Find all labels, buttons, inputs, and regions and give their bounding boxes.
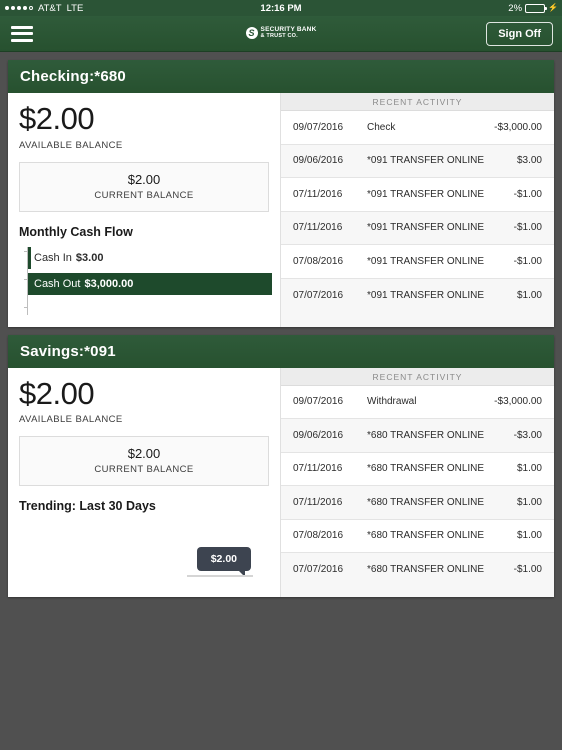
transaction-amount: $1.00 (516, 463, 542, 475)
cash-in-value: $3.00 (75, 251, 104, 264)
table-row[interactable]: 07/11/2016 *091 TRANSFER ONLINE -$1.00 (281, 211, 554, 245)
battery-icon (525, 3, 548, 13)
cash-out-label: Cash Out (34, 277, 81, 290)
account-card-checking[interactable]: Checking:*680 $2.00 AVAILABLE BALANCE $2… (8, 60, 554, 327)
transaction-date: 07/07/2016 (293, 564, 344, 576)
transaction-amount: -$3,000.00 (494, 396, 542, 408)
transaction-date: 09/07/2016 (293, 396, 344, 408)
transaction-amount: -$1.00 (513, 222, 542, 234)
transaction-description: *091 TRANSFER ONLINE (367, 289, 485, 301)
transaction-description: *680 TRANSFER ONLINE (367, 530, 485, 542)
logo-text: SECURITY BANK & TRUST CO. (260, 26, 317, 40)
cash-flow-bar-cash-out: Cash Out $3,000.00 (28, 272, 272, 295)
clock-label: 12:16 PM (260, 2, 302, 14)
transaction-description: *091 TRANSFER ONLINE (367, 155, 485, 167)
transaction-amount: $1.00 (516, 496, 542, 508)
monthly-cash-flow-chart: Cash In $3.00 Cash Out $3,000.00 (19, 246, 272, 315)
transaction-amount: -$1.00 (513, 564, 542, 576)
status-bar: AT&T LTE 12:16 PM 2% ⚡ (0, 0, 562, 16)
recent-activity-savings: RECENT ACTIVITY 09/07/2016 Withdrawal -$… (280, 367, 554, 598)
recent-activity-header: RECENT ACTIVITY (281, 367, 554, 386)
transaction-date: 09/07/2016 (293, 121, 344, 133)
available-balance-label: AVAILABLE BALANCE (19, 139, 123, 151)
current-balance-label: CURRENT BALANCE (94, 189, 194, 201)
transaction-amount: $1.00 (516, 289, 542, 301)
transaction-date: 07/11/2016 (293, 463, 343, 475)
transaction-amount: -$3,000.00 (494, 121, 542, 133)
transaction-amount: $3.00 (516, 155, 542, 167)
current-balance-amount: $2.00 (127, 446, 161, 462)
transaction-amount: $1.00 (516, 530, 542, 542)
account-card-savings[interactable]: Savings:*091 $2.00 AVAILABLE BALANCE $2.… (8, 334, 554, 598)
transaction-description: *091 TRANSFER ONLINE (367, 222, 485, 234)
account-summary-savings: $2.00 AVAILABLE BALANCE $2.00 CURRENT BA… (8, 367, 280, 598)
transaction-date: 07/11/2016 (293, 496, 343, 508)
trending-chart: $2.00 (19, 519, 269, 585)
account-title-savings: Savings:*091 (8, 334, 554, 368)
table-row[interactable]: 07/07/2016 *091 TRANSFER ONLINE $1.00 (281, 278, 554, 312)
current-balance-box: $2.00 CURRENT BALANCE (19, 436, 269, 487)
transaction-description: *680 TRANSFER ONLINE (367, 564, 485, 576)
transaction-description: *680 TRANSFER ONLINE (367, 463, 485, 475)
account-cards-container: Checking:*680 $2.00 AVAILABLE BALANCE $2… (0, 52, 562, 613)
cash-in-label: Cash In (34, 251, 72, 264)
available-balance-amount: $2.00 (19, 375, 95, 411)
trending-section-title: Trending: Last 30 Days (19, 499, 156, 514)
current-balance-label: CURRENT BALANCE (94, 464, 194, 476)
table-row[interactable]: 07/08/2016 *680 TRANSFER ONLINE $1.00 (281, 519, 554, 554)
cash-in-label-group: Cash In $3.00 (34, 247, 103, 269)
transaction-date: 07/11/2016 (293, 188, 343, 200)
transaction-date: 07/08/2016 (293, 530, 344, 542)
transaction-description: *091 TRANSFER ONLINE (367, 255, 485, 267)
cash-flow-axis-tick (24, 306, 28, 308)
trending-value-tooltip: $2.00 (196, 547, 251, 578)
table-row[interactable]: 07/11/2016 *680 TRANSFER ONLINE $1.00 (281, 486, 554, 520)
recent-activity-checking: RECENT ACTIVITY 09/07/2016 Check -$3,000… (280, 93, 554, 327)
transaction-date: 09/06/2016 (293, 155, 344, 167)
transaction-date: 07/11/2016 (293, 222, 343, 234)
available-balance-label: AVAILABLE BALANCE (19, 414, 123, 426)
account-body-savings: $2.00 AVAILABLE BALANCE $2.00 CURRENT BA… (8, 367, 554, 598)
sign-off-button[interactable]: Sign Off (486, 21, 553, 46)
transaction-description: *091 TRANSFER ONLINE (367, 188, 485, 200)
bank-logo: S SECURITY BANK & TRUST CO. (221, 26, 341, 40)
account-body-checking: $2.00 AVAILABLE BALANCE $2.00 CURRENT BA… (8, 93, 554, 327)
current-balance-amount: $2.00 (127, 171, 161, 187)
table-row[interactable]: 07/11/2016 *680 TRANSFER ONLINE $1.00 (281, 452, 554, 487)
transaction-amount: -$1.00 (513, 188, 542, 200)
transaction-description: Check (367, 121, 396, 133)
table-row[interactable]: 07/11/2016 *091 TRANSFER ONLINE -$1.00 (281, 178, 554, 212)
cash-out-label-group: Cash Out $3,000.00 (34, 273, 133, 295)
transaction-amount: -$1.00 (513, 255, 542, 267)
logo-line-2: & TRUST CO. (260, 33, 298, 40)
cash-in-bar (28, 246, 31, 269)
transaction-amount: -$3.00 (513, 429, 542, 441)
transaction-date: 09/06/2016 (293, 429, 344, 441)
available-balance-amount: $2.00 (19, 101, 95, 136)
account-title-checking: Checking:*680 (8, 60, 554, 93)
table-row[interactable]: 09/06/2016 *091 TRANSFER ONLINE $3.00 (281, 144, 554, 178)
hamburger-menu-icon[interactable] (11, 25, 33, 42)
table-row[interactable]: 07/07/2016 *680 TRANSFER ONLINE -$1.00 (281, 553, 554, 587)
current-balance-box: $2.00 CURRENT BALANCE (19, 161, 269, 212)
table-row[interactable]: 09/07/2016 Withdrawal -$3,000.00 (281, 385, 554, 420)
transaction-description: *680 TRANSFER ONLINE (367, 496, 485, 508)
cash-out-value: $3,000.00 (84, 277, 134, 290)
transaction-date: 07/07/2016 (293, 289, 344, 301)
table-row[interactable]: 09/07/2016 Check -$3,000.00 (281, 111, 554, 145)
cash-flow-bar-cash-in: Cash In $3.00 (28, 246, 269, 269)
transaction-description: *680 TRANSFER ONLINE (367, 429, 485, 441)
transaction-description: Withdrawal (367, 396, 417, 408)
app-header: S SECURITY BANK & TRUST CO. Sign Off (0, 16, 562, 52)
security-bank-s-emblem-icon: S (245, 27, 258, 40)
cash-flow-section-title: Monthly Cash Flow (19, 224, 133, 239)
table-row[interactable]: 07/08/2016 *091 TRANSFER ONLINE -$1.00 (281, 245, 554, 279)
transaction-date: 07/08/2016 (293, 255, 344, 267)
table-row[interactable]: 09/06/2016 *680 TRANSFER ONLINE -$3.00 (281, 419, 554, 453)
recent-activity-header: RECENT ACTIVITY (281, 93, 554, 111)
account-summary-checking: $2.00 AVAILABLE BALANCE $2.00 CURRENT BA… (8, 93, 280, 327)
trend-line (187, 575, 253, 578)
